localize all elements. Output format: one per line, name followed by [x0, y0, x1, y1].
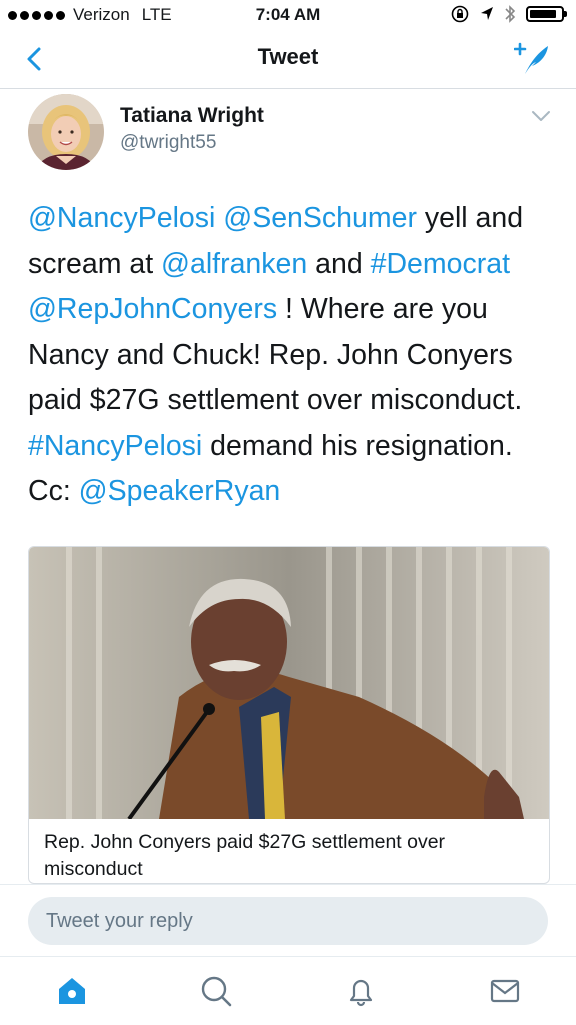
location-icon: [481, 7, 493, 20]
author-handle[interactable]: @twright55: [120, 132, 216, 154]
hashtag-link[interactable]: #Democrat: [371, 248, 510, 280]
tab-bar: [0, 956, 576, 1025]
status-icons: [450, 4, 567, 24]
reply-input[interactable]: [28, 897, 548, 945]
chevron-down-icon[interactable]: [530, 108, 552, 124]
mention-link[interactable]: @SpeakerRyan: [79, 475, 281, 507]
card-title[interactable]: Rep. John Conyers paid $27G settlement o…: [44, 829, 524, 883]
hashtag-link[interactable]: #NancyPelosi: [28, 430, 202, 462]
mention-link[interactable]: @NancyPelosi: [28, 202, 215, 234]
home-icon[interactable]: [52, 971, 92, 1011]
search-icon[interactable]: [196, 971, 236, 1011]
mention-link[interactable]: @alfranken: [161, 248, 307, 280]
tweet-text: @NancyPelosi @SenSchumer yell and scream…: [28, 196, 558, 515]
battery-icon: [526, 6, 567, 22]
mention-link[interactable]: @SenSchumer: [223, 202, 417, 234]
messages-envelope-icon[interactable]: [485, 971, 525, 1011]
avatar[interactable]: [28, 94, 104, 170]
mention-link[interactable]: @RepJohnConyers: [28, 293, 277, 325]
bluetooth-icon: [505, 5, 516, 23]
tweet-text-segment: and: [307, 247, 371, 280]
link-card[interactable]: Rep. John Conyers paid $27G settlement o…: [28, 546, 550, 884]
compose-tweet-icon[interactable]: [514, 40, 554, 78]
reply-bar: [0, 884, 576, 951]
status-bar: Verizon LTE 7:04 AM: [0, 0, 576, 30]
author-name[interactable]: Tatiana Wright: [120, 104, 264, 128]
notifications-bell-icon[interactable]: [341, 971, 381, 1011]
card-image[interactable]: [29, 547, 549, 819]
orientation-lock-icon: [451, 5, 469, 23]
page-title: Tweet: [257, 44, 319, 69]
navigation-bar: Tweet: [0, 30, 576, 89]
